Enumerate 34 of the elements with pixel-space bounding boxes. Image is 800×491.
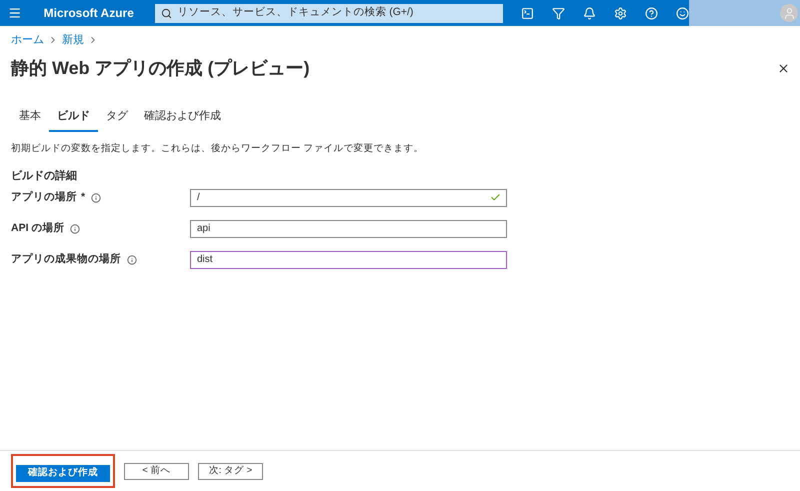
text-field[interactable]: / xyxy=(190,188,507,207)
smile-icon[interactable] xyxy=(676,6,689,20)
breadcrumb-link[interactable]: 新規 xyxy=(62,32,84,48)
settings-icon[interactable] xyxy=(614,6,627,20)
filter-icon[interactable] xyxy=(552,6,565,20)
close-icon[interactable] xyxy=(777,62,790,74)
text-field[interactable]: api xyxy=(190,220,507,238)
breadcrumb-link[interactable]: ホーム xyxy=(11,32,44,48)
section-title: ビルドの詳細 xyxy=(11,168,78,184)
terminal-icon[interactable] xyxy=(520,6,534,20)
avatar xyxy=(780,4,798,22)
secondary-button[interactable]: < 前へ xyxy=(124,462,189,480)
description: 初期ビルドの変数を指定します。これらは、後からワークフロー ファイルで変更できます。 xyxy=(11,142,425,156)
brand-name[interactable]: Microsoft Azure xyxy=(44,4,138,22)
tab[interactable]: タグ xyxy=(98,108,136,132)
field-label: API の場所 xyxy=(11,220,64,236)
help-icon[interactable] xyxy=(644,6,658,20)
search-icon xyxy=(161,8,172,18)
text-field[interactable]: dist xyxy=(190,250,507,269)
bell-icon[interactable] xyxy=(582,6,596,20)
menu-icon[interactable] xyxy=(8,6,22,20)
info-icon[interactable] xyxy=(127,254,137,265)
info-icon[interactable] xyxy=(91,192,102,203)
field-label: アプリの成果物の場所 xyxy=(11,252,121,267)
primary-button[interactable]: 確認および作成 xyxy=(16,464,110,482)
tab[interactable]: ビルド xyxy=(49,108,98,132)
tab[interactable]: 基本 xyxy=(11,108,49,132)
search-field[interactable]: リソース、サービス、ドキュメントの検索 (G+/) xyxy=(155,4,503,22)
field-label: アプリの場所 xyxy=(11,190,77,205)
required-mark: * xyxy=(81,190,86,205)
tab[interactable]: 確認および作成 xyxy=(136,108,229,132)
secondary-button[interactable]: 次: タグ > xyxy=(198,462,263,480)
page-title: 静的 Web アプリの作成 (プレビュー) xyxy=(11,56,310,80)
info-icon[interactable] xyxy=(70,224,80,234)
